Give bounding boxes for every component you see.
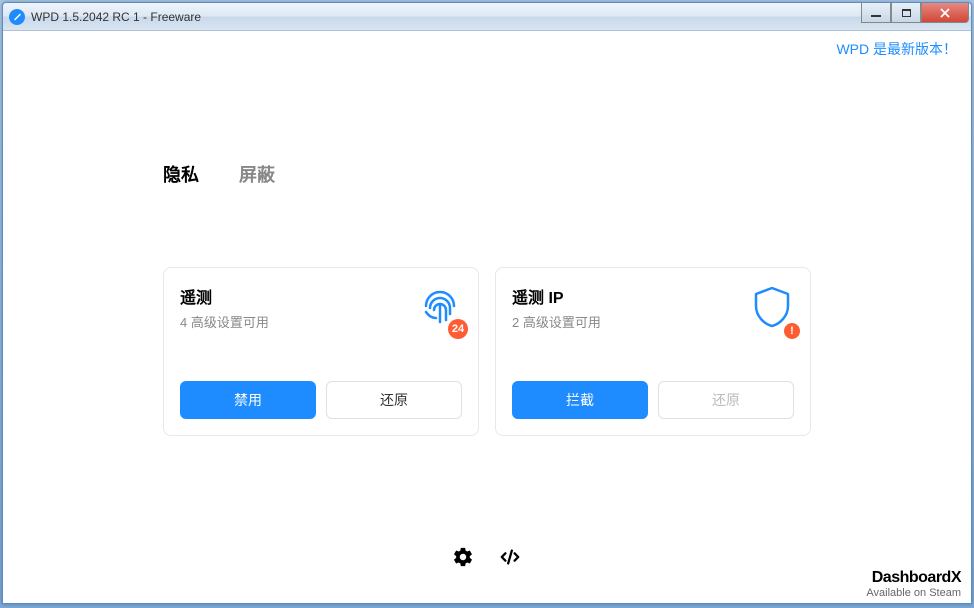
update-status-link[interactable]: WPD 是最新版本！: [836, 39, 957, 59]
tab-privacy[interactable]: 隐私: [163, 161, 199, 187]
card-telemetry[interactable]: 遥测 4 高级设置可用 24: [163, 267, 479, 436]
block-button[interactable]: 拦截: [512, 381, 648, 419]
tabs: 隐私 屏蔽: [163, 161, 811, 187]
code-icon[interactable]: [498, 546, 522, 573]
close-button[interactable]: [921, 3, 969, 23]
fingerprint-icon: 24: [416, 282, 464, 335]
shield-icon: !: [748, 282, 796, 335]
restore-button[interactable]: 还原: [326, 381, 462, 419]
titlebar: WPD 1.5.2042 RC 1 - Freeware: [3, 3, 971, 31]
restore-button[interactable]: 还原: [658, 381, 794, 419]
card-telemetry-ip[interactable]: 遥测 IP 2 高级设置可用 ! 拦截 还原: [495, 267, 811, 436]
footer-brand[interactable]: DashboardX Available on Steam: [866, 569, 961, 599]
brand-name: DashboardX: [866, 569, 961, 587]
maximize-button[interactable]: [891, 3, 921, 23]
badge-alert: !: [784, 323, 800, 339]
badge-count: 24: [448, 319, 468, 339]
tab-block[interactable]: 屏蔽: [239, 161, 275, 187]
brand-subtitle: Available on Steam: [866, 587, 961, 599]
gear-icon[interactable]: [452, 546, 474, 573]
minimize-button[interactable]: [861, 3, 891, 23]
disable-button[interactable]: 禁用: [180, 381, 316, 419]
app-icon: [9, 9, 25, 25]
window-title: WPD 1.5.2042 RC 1 - Freeware: [31, 10, 201, 24]
